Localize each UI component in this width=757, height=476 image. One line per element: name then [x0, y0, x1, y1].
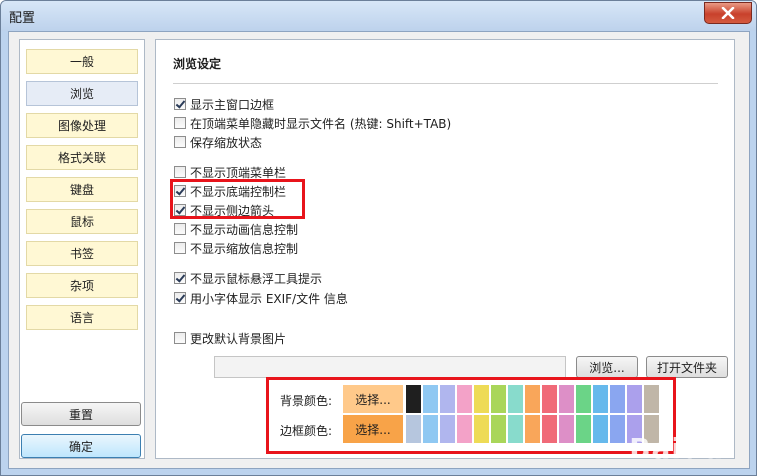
bg-color-swatch[interactable]: [440, 385, 455, 413]
sidebar-item-general[interactable]: 一般: [26, 49, 138, 74]
sidebar-item-label: 杂项: [69, 279, 94, 293]
bg-color-swatch[interactable]: [610, 385, 625, 413]
sidebar-item-label: 一般: [69, 55, 94, 69]
title-bar[interactable]: 配置: [1, 1, 756, 31]
bg-color-swatch[interactable]: [576, 385, 591, 413]
bg-color-swatch[interactable]: [593, 385, 608, 413]
bg-color-swatch[interactable]: [542, 385, 557, 413]
option-label: 不显示缩放信息控制: [190, 241, 299, 256]
option-label: 显示主窗口边框: [190, 97, 275, 112]
bg-color-swatch[interactable]: [627, 385, 642, 413]
sidebar-item-label: 鼠标: [69, 215, 94, 229]
checkbox[interactable]: [174, 292, 186, 304]
border-color-swatch[interactable]: [559, 415, 574, 443]
title-divider: [173, 83, 718, 84]
bg-color-swatch[interactable]: [423, 385, 438, 413]
sidebar-item-label: 格式关联: [57, 151, 106, 165]
option-label: 不显示鼠标悬浮工具提示: [190, 271, 323, 286]
sidebar-item-bookmarks[interactable]: 书签: [26, 241, 138, 266]
option-hide-top-menubar[interactable]: 不显示顶端菜单栏: [174, 164, 286, 180]
border-color-swatch[interactable]: [491, 415, 506, 443]
option-label: 不显示顶端菜单栏: [190, 165, 287, 180]
bg-color-label: 背景颜色:: [280, 394, 333, 408]
option-change-default-background[interactable]: 更改默认背景图片: [174, 330, 286, 346]
option-hide-mouse-tooltips[interactable]: 不显示鼠标悬浮工具提示: [174, 270, 322, 286]
checkbox[interactable]: [174, 332, 186, 344]
background-path-input[interactable]: [214, 356, 566, 378]
bg-color-swatch[interactable]: [474, 385, 489, 413]
border-color-swatch[interactable]: [610, 415, 625, 443]
border-color-swatch[interactable]: [474, 415, 489, 443]
close-icon: [721, 7, 735, 19]
checkbox[interactable]: [174, 136, 186, 148]
border-color-swatch[interactable]: [457, 415, 472, 443]
sidebar-item-misc[interactable]: 杂项: [26, 273, 138, 298]
sidebar-item-image-processing[interactable]: 图像处理: [26, 113, 138, 138]
bg-color-swatch[interactable]: [406, 385, 421, 413]
reset-button[interactable]: 重置: [21, 402, 141, 426]
sidebar-item-label: 书签: [69, 247, 94, 261]
option-show-main-border[interactable]: 显示主窗口边框: [174, 96, 274, 112]
border-color-swatch[interactable]: [406, 415, 421, 443]
checkbox[interactable]: [174, 98, 186, 110]
close-button[interactable]: [704, 2, 752, 24]
panel-title: 浏览设定: [173, 57, 222, 71]
border-color-swatch[interactable]: [423, 415, 438, 443]
dialog-body: 一般 浏览 图像处理 格式关联 键盘 鼠标 书签 杂项 语言 重置 确定 浏览设…: [8, 31, 750, 469]
border-color-swatch[interactable]: [440, 415, 455, 443]
ok-button[interactable]: 确定: [21, 434, 141, 458]
option-label: 保存缩放状态: [190, 135, 263, 150]
window-title: 配置: [9, 11, 36, 26]
option-show-filename-when-menu-hidden[interactable]: 在顶端菜单隐藏时显示文件名 (热键: Shift+TAB): [174, 115, 451, 131]
highlight-box-arrows: [170, 179, 305, 219]
option-label: 用小字体显示 EXIF/文件 信息: [190, 291, 348, 306]
browse-button[interactable]: 浏览...: [576, 356, 638, 378]
checkbox[interactable]: [174, 117, 186, 129]
sidebar-item-label: 浏览: [69, 87, 94, 101]
border-color-swatch[interactable]: [525, 415, 540, 443]
checkbox[interactable]: [174, 166, 186, 178]
option-save-zoom-state[interactable]: 保存缩放状态: [174, 134, 262, 150]
bg-color-swatch[interactable]: [508, 385, 523, 413]
sidebar-item-label: 语言: [69, 311, 94, 325]
open-folder-button[interactable]: 打开文件夹: [646, 356, 728, 378]
sidebar-item-label: 图像处理: [57, 119, 106, 133]
bg-color-swatch[interactable]: [525, 385, 540, 413]
sidebar-item-keyboard[interactable]: 键盘: [26, 177, 138, 202]
bg-color-swatch[interactable]: [491, 385, 506, 413]
bg-color-choose-button[interactable]: 选择...: [343, 385, 403, 413]
bg-color-swatch[interactable]: [644, 385, 659, 413]
category-list: 一般 浏览 图像处理 格式关联 键盘 鼠标 书签 杂项 语言: [19, 39, 145, 459]
browse-settings-panel: 浏览设定 显示主窗口边框 在顶端菜单隐藏时显示文件名 (热键: Shift+TA…: [155, 39, 735, 465]
option-label: 在顶端菜单隐藏时显示文件名 (热键: Shift+TAB): [190, 116, 452, 131]
border-color-swatch[interactable]: [576, 415, 591, 443]
option-label: 不显示动画信息控制: [190, 222, 299, 237]
bg-color-swatch[interactable]: [559, 385, 574, 413]
sidebar-item-file-association[interactable]: 格式关联: [26, 145, 138, 170]
sidebar-item-mouse[interactable]: 鼠标: [26, 209, 138, 234]
border-color-swatch[interactable]: [593, 415, 608, 443]
option-hide-zoom-info[interactable]: 不显示缩放信息控制: [174, 240, 298, 256]
sidebar-item-label: 键盘: [69, 183, 94, 197]
border-color-label: 边框颜色:: [280, 424, 333, 438]
checkbox[interactable]: [174, 242, 186, 254]
option-label: 更改默认背景图片: [190, 331, 287, 346]
baidu-watermark: Baidu: [629, 432, 724, 465]
border-color-swatch[interactable]: [542, 415, 557, 443]
checkbox[interactable]: [174, 272, 186, 284]
sidebar-item-language[interactable]: 语言: [26, 305, 138, 330]
config-window: 配置 一般 浏览 图像处理 格式关联 键盘 鼠标 书签 杂项 语言 重置 确定 …: [0, 0, 757, 476]
sidebar-item-browse[interactable]: 浏览: [26, 81, 138, 106]
option-small-font-exif[interactable]: 用小字体显示 EXIF/文件 信息: [174, 290, 348, 306]
option-hide-animation-info[interactable]: 不显示动画信息控制: [174, 221, 298, 237]
bg-color-swatch[interactable]: [457, 385, 472, 413]
border-color-choose-button[interactable]: 选择...: [343, 415, 403, 443]
checkbox[interactable]: [174, 223, 186, 235]
border-color-swatch[interactable]: [508, 415, 523, 443]
